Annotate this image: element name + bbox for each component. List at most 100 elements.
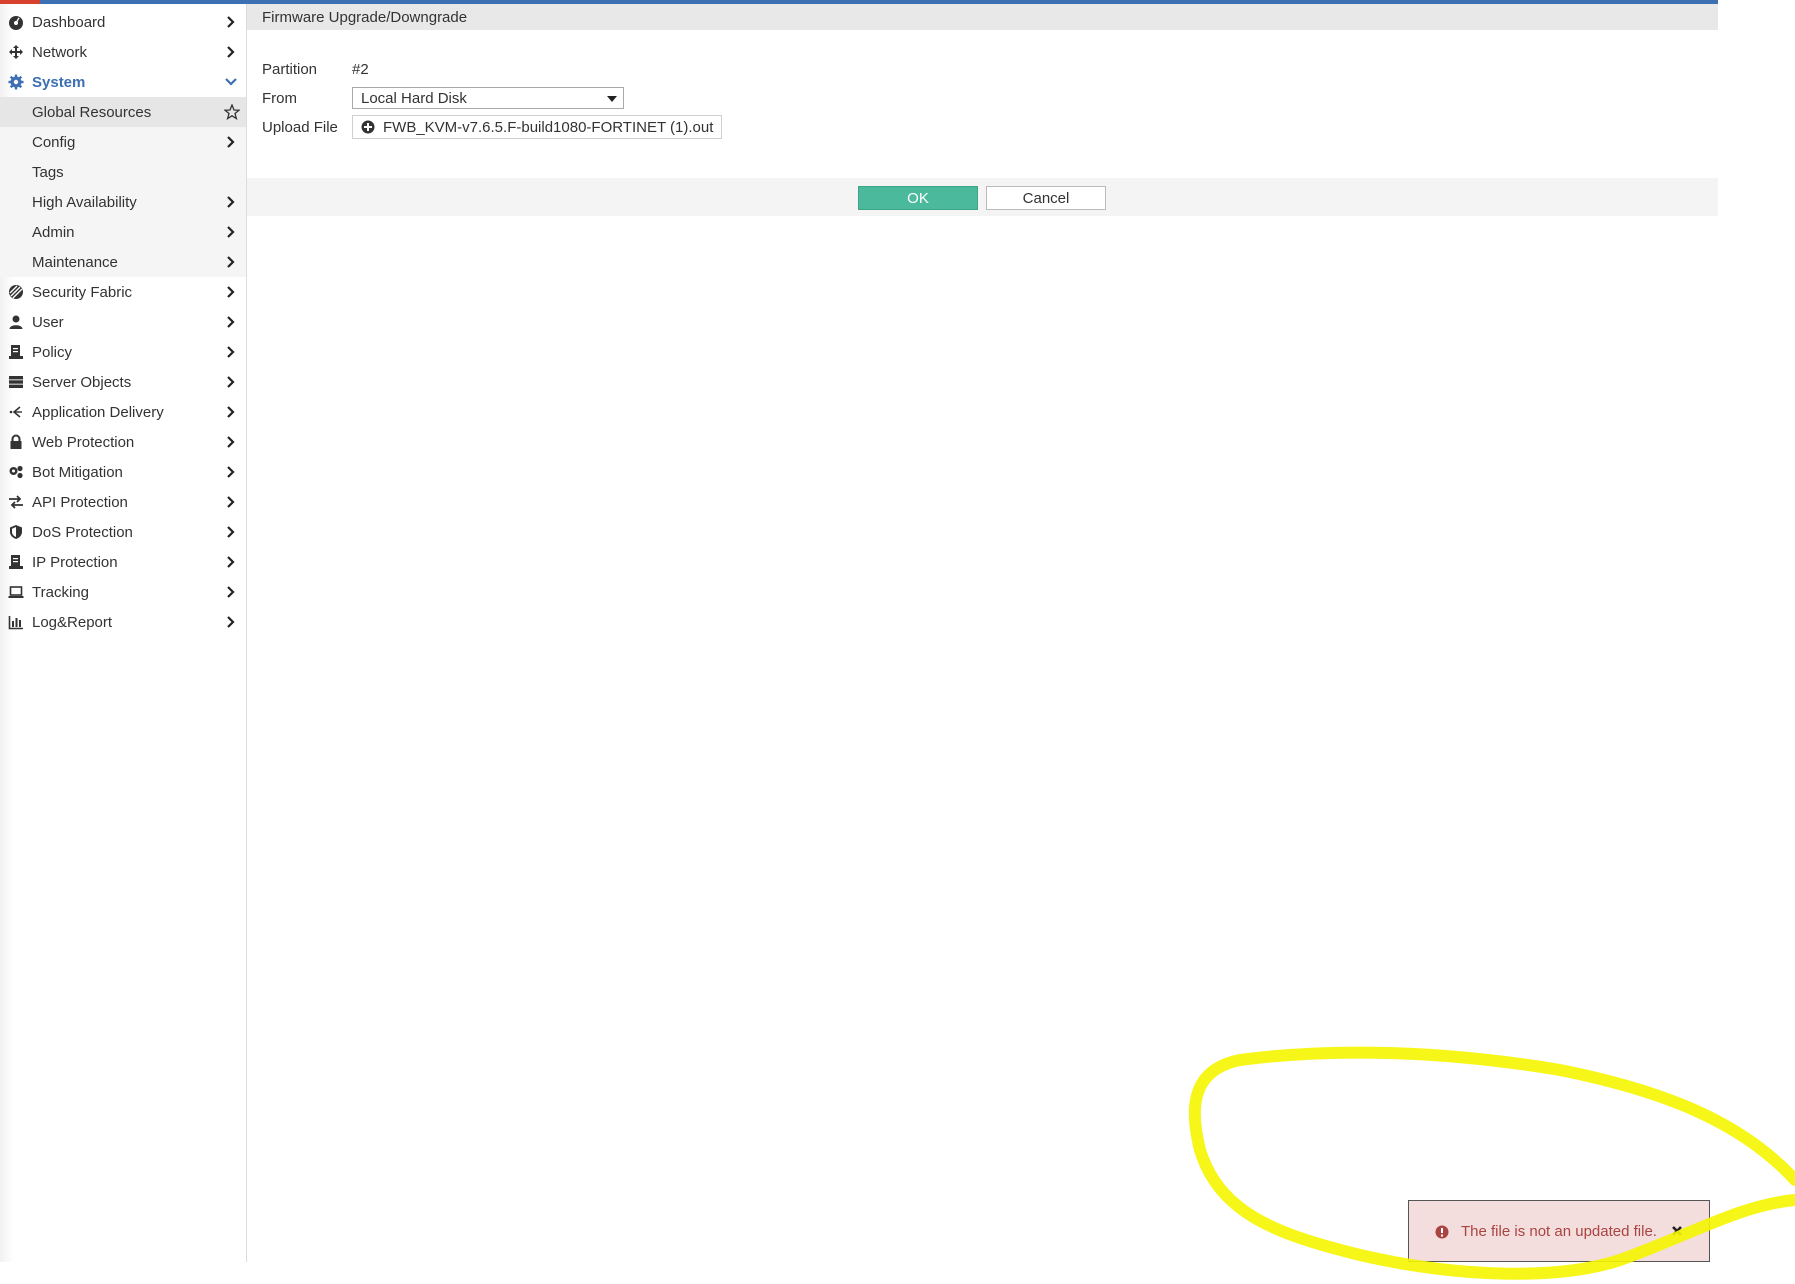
- sidebar-item-label: Maintenance: [32, 253, 118, 271]
- network-icon: [8, 44, 24, 60]
- gear-icon: [8, 74, 24, 90]
- main-panel: Firmware Upgrade/Downgrade Partition #2 …: [247, 4, 1718, 1262]
- sidebar-item-label: DoS Protection: [32, 523, 133, 541]
- user-icon: [8, 314, 24, 330]
- lock-icon: [8, 434, 24, 450]
- cancel-button[interactable]: Cancel: [986, 186, 1106, 210]
- error-toast: The file is not an updated file.: [1408, 1200, 1710, 1262]
- upload-row: Upload File FWB_KVM-v7.6.5.F-build1080-F…: [262, 114, 723, 140]
- sidebar-item-dos-protection[interactable]: DoS Protection: [0, 517, 246, 547]
- chevron-right-icon: [224, 225, 238, 239]
- sidebar-item-label: API Protection: [32, 493, 128, 511]
- sidebar-item-label: Security Fabric: [32, 283, 133, 301]
- sidebar-item-label: Tracking: [32, 583, 89, 601]
- api-arrows-icon: [8, 494, 24, 510]
- sidebar-item-label: Server Objects: [32, 373, 132, 391]
- chevron-right-icon: [224, 555, 238, 569]
- page-title: Firmware Upgrade/Downgrade: [262, 8, 468, 26]
- sidebar-item-application-delivery[interactable]: Application Delivery: [0, 397, 246, 427]
- application-delivery-icon: [8, 404, 24, 420]
- chevron-right-icon: [224, 315, 238, 329]
- sidebar-item-bot-mitigation[interactable]: Bot Mitigation: [0, 457, 246, 487]
- sidebar-item-log-report[interactable]: Log&Report: [0, 607, 246, 637]
- sidebar-item-user[interactable]: User: [0, 307, 246, 337]
- sidebar-item-label: User: [32, 313, 64, 331]
- sidebar-item-ip-protection[interactable]: IP Protection: [0, 547, 246, 577]
- sidebar-item-label: High Availability: [32, 193, 137, 211]
- sidebar-item-label: Network: [32, 43, 88, 61]
- error-icon: [1435, 1225, 1449, 1239]
- sidebar-item-label: Application Delivery: [32, 403, 164, 421]
- page-title-bar: Firmware Upgrade/Downgrade: [247, 4, 1718, 30]
- partition-label: Partition: [262, 60, 318, 78]
- star-icon[interactable]: [224, 104, 240, 120]
- sidebar-item-label: Log&Report: [32, 613, 113, 631]
- chevron-right-icon: [224, 465, 238, 479]
- chevron-right-icon: [224, 45, 238, 59]
- chevron-right-icon: [224, 525, 238, 539]
- chevron-right-icon: [224, 585, 238, 599]
- sidebar: Dashboard Network System Global Resource…: [0, 4, 247, 1262]
- server-objects-icon: [8, 374, 24, 390]
- sidebar-item-label: Global Resources: [32, 103, 152, 121]
- dropdown-caret-icon: [607, 96, 617, 102]
- partition-value: #2: [352, 60, 369, 78]
- sidebar-item-label: IP Protection: [32, 553, 118, 571]
- sidebar-item-system[interactable]: System: [0, 67, 246, 97]
- sidebar-item-label: Bot Mitigation: [32, 463, 123, 481]
- sidebar-item-label: Policy: [32, 343, 73, 361]
- sidebar-item-web-protection[interactable]: Web Protection: [0, 427, 246, 457]
- ok-button[interactable]: OK: [858, 186, 978, 210]
- sidebar-item-tags[interactable]: Tags: [0, 157, 246, 187]
- sidebar-item-policy[interactable]: Policy: [0, 337, 246, 367]
- close-icon[interactable]: [1669, 1223, 1685, 1239]
- upload-file-button[interactable]: FWB_KVM-v7.6.5.F-build1080-FORTINET (1).…: [352, 115, 723, 139]
- chevron-right-icon: [224, 195, 238, 209]
- policy-icon: [8, 344, 24, 360]
- sidebar-item-high-availability[interactable]: High Availability: [0, 187, 246, 217]
- bar-chart-icon: [8, 614, 24, 630]
- upload-label: Upload File: [262, 118, 338, 136]
- chevron-down-icon: [224, 75, 238, 89]
- upload-file-name: FWB_KVM-v7.6.5.F-build1080-FORTINET (1).…: [383, 118, 714, 136]
- error-message: The file is not an updated file.: [1461, 1222, 1657, 1240]
- chevron-right-icon: [224, 375, 238, 389]
- sidebar-item-config[interactable]: Config: [0, 127, 246, 157]
- from-label: From: [262, 89, 297, 107]
- sidebar-item-admin[interactable]: Admin: [0, 217, 246, 247]
- security-fabric-icon: [8, 284, 24, 300]
- ip-protection-icon: [8, 554, 24, 570]
- laptop-icon: [8, 584, 24, 600]
- dashboard-icon: [8, 14, 24, 30]
- chevron-right-icon: [224, 15, 238, 29]
- chevron-right-icon: [224, 285, 238, 299]
- chevron-right-icon: [224, 495, 238, 509]
- from-select[interactable]: Local Hard Disk: [352, 87, 624, 109]
- sidebar-item-api-protection[interactable]: API Protection: [0, 487, 246, 517]
- sidebar-item-server-objects[interactable]: Server Objects: [0, 367, 246, 397]
- sidebar-item-maintenance[interactable]: Maintenance: [0, 247, 246, 277]
- chevron-right-icon: [224, 345, 238, 359]
- plus-circle-icon: [361, 120, 375, 134]
- dialog-button-bar: OK Cancel: [247, 178, 1718, 216]
- sidebar-item-label: Web Protection: [32, 433, 135, 451]
- sidebar-item-label: Tags: [32, 163, 64, 181]
- chevron-right-icon: [224, 405, 238, 419]
- from-select-value: Local Hard Disk: [361, 89, 467, 107]
- bot-icon: [8, 464, 24, 480]
- chevron-right-icon: [224, 135, 238, 149]
- sidebar-item-network[interactable]: Network: [0, 37, 246, 67]
- sidebar-item-global-resources[interactable]: Global Resources: [0, 97, 246, 127]
- shield-icon: [8, 524, 24, 540]
- from-row: From Local Hard Disk: [262, 85, 624, 111]
- sidebar-item-security-fabric[interactable]: Security Fabric: [0, 277, 246, 307]
- sidebar-item-label: Config: [32, 133, 76, 151]
- partition-row: Partition #2: [262, 56, 369, 82]
- chevron-right-icon: [224, 435, 238, 449]
- chevron-right-icon: [224, 255, 238, 269]
- sidebar-item-label: Dashboard: [32, 13, 106, 31]
- sidebar-item-label: Admin: [32, 223, 75, 241]
- sidebar-item-tracking[interactable]: Tracking: [0, 577, 246, 607]
- sidebar-item-label: System: [32, 73, 86, 91]
- sidebar-item-dashboard[interactable]: Dashboard: [0, 7, 246, 37]
